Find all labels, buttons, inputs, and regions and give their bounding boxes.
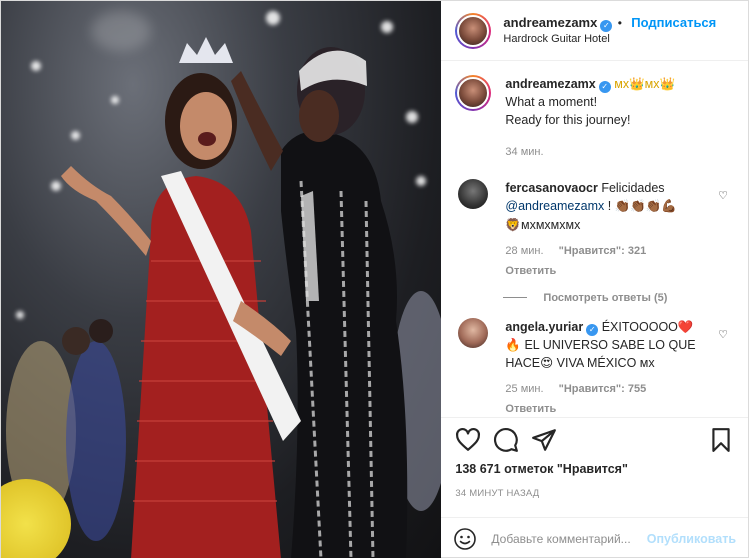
comment-time[interactable]: 28 мин.	[505, 245, 543, 257]
bookmark-icon[interactable]	[708, 427, 734, 453]
share-icon[interactable]	[531, 427, 557, 453]
heart-icon[interactable]	[455, 427, 481, 453]
comment-item: fercasanovaocr Felicidades @andreamezamx…	[455, 179, 734, 279]
post-header: andreamezamx ✓ • Подписаться Hardrock Gui…	[441, 1, 748, 61]
location-link[interactable]: Hardrock Guitar Hotel	[503, 32, 716, 46]
caption-line: What a moment!	[505, 95, 598, 110]
add-comment-bar: Опубликовать	[441, 517, 748, 558]
reply-button[interactable]: Ответить	[505, 265, 556, 277]
comment-text: 🔥 EL UNIVERSO SABE LO QUE	[505, 337, 696, 352]
comment-mention[interactable]: @andreamezamx	[505, 199, 604, 213]
comment-text: ÉXITOOOOO❤️	[601, 319, 694, 334]
post-sidebar: andreamezamx ✓ • Подписаться Hardrock Gui…	[441, 1, 748, 558]
header-username[interactable]: andreamezamx	[503, 15, 597, 30]
comment-text: ! 👏🏾👏🏾👏🏾💪🏾	[607, 199, 677, 214]
avatar[interactable]	[458, 317, 489, 348]
comment-username[interactable]: fercasanovaocr	[505, 181, 597, 195]
follow-button[interactable]: Подписаться	[631, 15, 716, 30]
comment-likes[interactable]: "Нравится": 755	[559, 383, 647, 395]
instagram-post: andreamezamx ✓ • Подписаться Hardrock Gui…	[0, 0, 749, 558]
comment-text: 🦁мхмхмхмх	[505, 217, 581, 232]
comment-username[interactable]: angela.yuriar	[505, 320, 583, 334]
verified-badge-icon: ✓	[586, 323, 599, 336]
caption-line: Ready for this journey!	[505, 113, 631, 128]
divider	[503, 297, 528, 299]
comments-list[interactable]: andreamezamx ✓ мх👑мх👑 What a moment! Read…	[441, 61, 748, 417]
caption-username[interactable]: andreamezamx	[505, 77, 595, 91]
comment-likes[interactable]: "Нравится": 321	[559, 245, 647, 257]
comment-icon[interactable]	[493, 427, 519, 453]
comment-item: angela.yuriar ✓ ÉXITOOOOO❤️ 🔥 EL UNIVERSO…	[455, 317, 734, 417]
emoji-icon[interactable]	[453, 527, 477, 551]
coronation-illustration	[6, 37, 442, 558]
post-photo[interactable]	[1, 1, 442, 558]
like-comment-icon[interactable]: ♡	[718, 189, 728, 202]
likes-count[interactable]: 138 671 отметок "Нравится"	[455, 462, 734, 476]
view-replies-button[interactable]: Посмотреть ответы (5)	[503, 292, 734, 304]
post-actions: 138 671 отметок "Нравится" 34 МИНУТ НАЗА…	[441, 417, 748, 517]
avatar[interactable]	[455, 12, 492, 49]
caption: andreamezamx ✓ мх👑мх👑 What a moment! Read…	[455, 75, 734, 161]
avatar[interactable]	[455, 75, 492, 111]
verified-badge-icon: ✓	[598, 81, 611, 93]
comment-input[interactable]	[491, 531, 647, 546]
comment-text: HACE😍 VIVA MÉXICO мх	[505, 355, 655, 370]
caption-suffix: мх👑мх👑	[614, 77, 676, 91]
like-comment-icon[interactable]: ♡	[718, 328, 728, 341]
view-replies-label: Посмотреть ответы (5)	[543, 291, 668, 304]
post-comment-button[interactable]: Опубликовать	[647, 532, 736, 546]
avatar[interactable]	[458, 179, 489, 210]
reply-button[interactable]: Ответить	[505, 403, 556, 415]
comment-text: Felicidades	[601, 181, 665, 196]
separator-dot: •	[617, 15, 622, 30]
caption-time[interactable]: 34 мин.	[505, 146, 543, 158]
post-time[interactable]: 34 МИНУТ НАЗАД	[455, 488, 734, 499]
verified-badge-icon: ✓	[600, 19, 613, 32]
comment-time[interactable]: 25 мин.	[505, 383, 543, 395]
